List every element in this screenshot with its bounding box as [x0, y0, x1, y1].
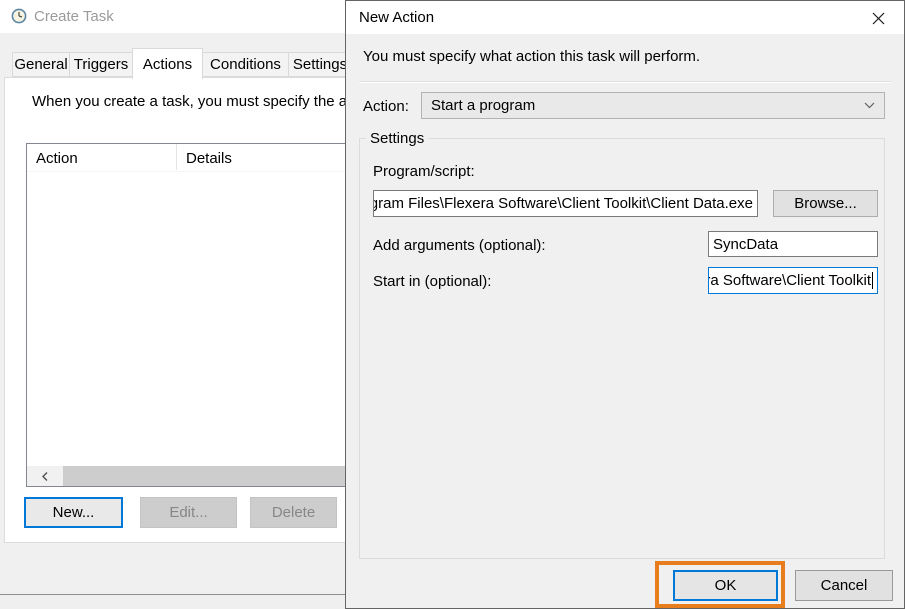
action-type-dropdown[interactable]: Start a program	[421, 92, 885, 119]
close-icon	[872, 12, 885, 25]
create-task-description: When you create a task, you must specify…	[32, 93, 355, 110]
tab-general-label: General	[14, 56, 67, 73]
column-header-details[interactable]: Details	[186, 150, 232, 167]
action-label: Action:	[363, 98, 409, 115]
new-action-button[interactable]: New...	[24, 497, 123, 528]
program-script-input[interactable]: ogram Files\Flexera Software\Client Tool…	[373, 190, 758, 217]
message-divider	[359, 81, 891, 83]
tab-triggers[interactable]: Triggers	[69, 52, 133, 77]
add-arguments-value: SyncData	[713, 236, 778, 253]
column-header-action[interactable]: Action	[36, 150, 78, 167]
start-in-value: ra Software\Client Toolkit	[708, 272, 871, 289]
browse-button-label: Browse...	[794, 195, 857, 212]
chevron-down-icon	[864, 102, 875, 109]
action-type-value: Start a program	[431, 97, 864, 114]
close-button[interactable]	[862, 5, 894, 31]
add-arguments-label: Add arguments (optional):	[373, 237, 546, 254]
new-action-button-label: New...	[53, 504, 95, 521]
tab-settings[interactable]: Settings	[288, 52, 352, 77]
ok-button[interactable]: OK	[673, 570, 778, 601]
ok-button-label: OK	[715, 577, 737, 594]
start-in-label: Start in (optional):	[373, 273, 491, 290]
tab-actions[interactable]: Actions	[132, 48, 203, 79]
edit-action-button[interactable]: Edit...	[140, 497, 237, 528]
scrollbar-left-arrow[interactable]	[27, 466, 63, 486]
settings-group-label: Settings	[366, 130, 428, 147]
tab-conditions-label: Conditions	[210, 56, 281, 73]
delete-action-button[interactable]: Delete	[250, 497, 337, 528]
tab-actions-label: Actions	[143, 56, 192, 73]
create-task-title: Create Task	[34, 8, 114, 25]
tab-triggers-label: Triggers	[74, 56, 128, 73]
browse-button[interactable]: Browse...	[773, 190, 878, 217]
text-caret	[872, 272, 873, 289]
column-separator[interactable]	[176, 144, 177, 170]
new-action-title: New Action	[359, 9, 434, 26]
new-action-message: You must specify what action this task w…	[363, 48, 700, 65]
tab-conditions[interactable]: Conditions	[202, 52, 289, 77]
clock-icon	[11, 8, 27, 24]
create-task-footer-strip	[0, 595, 345, 609]
tab-general[interactable]: General	[12, 52, 70, 77]
cancel-button[interactable]: Cancel	[795, 570, 893, 601]
edit-action-button-label: Edit...	[169, 504, 207, 521]
tab-settings-label: Settings	[293, 56, 347, 73]
new-action-dialog: New Action You must specify what action …	[345, 0, 905, 609]
program-script-value: ogram Files\Flexera Software\Client Tool…	[373, 195, 753, 212]
program-script-label: Program/script:	[373, 163, 475, 180]
screen: Create Task General Triggers Actions Con…	[0, 0, 905, 609]
start-in-input[interactable]: ra Software\Client Toolkit	[708, 267, 878, 294]
chevron-left-icon	[41, 471, 49, 482]
new-action-titlebar[interactable]: New Action	[346, 1, 904, 34]
cancel-button-label: Cancel	[821, 577, 868, 594]
delete-action-button-label: Delete	[272, 504, 315, 521]
add-arguments-input[interactable]: SyncData	[708, 231, 878, 257]
